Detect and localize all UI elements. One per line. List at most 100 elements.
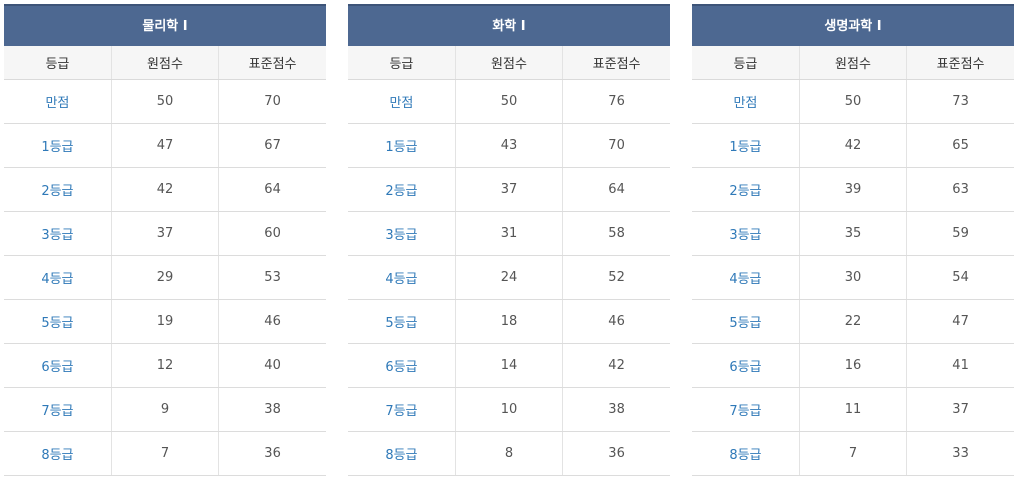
- standard-score-cell: 58: [562, 211, 670, 256]
- standard-score-cell: 47: [906, 299, 1014, 344]
- standard-score-cell: 40: [218, 343, 326, 388]
- standard-score-cell: 36: [562, 431, 670, 476]
- table-row: 2등급 42 64: [4, 167, 326, 212]
- raw-score-cell: 50: [455, 79, 564, 124]
- grade-cell: 6등급: [4, 343, 112, 388]
- raw-score-cell: 42: [111, 167, 220, 212]
- standard-score-cell: 70: [562, 123, 670, 168]
- table-row: 4등급 30 54: [692, 255, 1014, 300]
- grade-table: 등급 원점수 표준점수 만점 50 70 1등급 47 67 2등급 42 64 3등급 37 60 4…: [4, 46, 326, 476]
- table-row: 2등급 37 64: [348, 167, 670, 212]
- raw-score-cell: 18: [455, 299, 564, 344]
- table-row: 7등급 11 37: [692, 387, 1014, 432]
- standard-score-cell: 46: [218, 299, 326, 344]
- raw-score-cell: 30: [799, 255, 908, 300]
- column-header-standard-score: 표준점수: [562, 46, 670, 80]
- table-row: 4등급 24 52: [348, 255, 670, 300]
- table-row: 3등급 31 58: [348, 211, 670, 256]
- header-row: 등급 원점수 표준점수: [348, 46, 670, 80]
- raw-score-cell: 37: [111, 211, 220, 256]
- standard-score-cell: 64: [562, 167, 670, 212]
- standard-score-cell: 33: [906, 431, 1014, 476]
- standard-score-cell: 65: [906, 123, 1014, 168]
- standard-score-cell: 37: [906, 387, 1014, 432]
- grade-cell: 7등급: [4, 387, 112, 432]
- grade-cell: 3등급: [692, 211, 800, 256]
- table-row: 1등급 42 65: [692, 123, 1014, 168]
- grade-cell: 만점: [348, 79, 456, 124]
- grade-cell: 1등급: [692, 123, 800, 168]
- raw-score-cell: 10: [455, 387, 564, 432]
- grade-cell: 4등급: [692, 255, 800, 300]
- grade-cell: 7등급: [692, 387, 800, 432]
- grade-cell: 1등급: [348, 123, 456, 168]
- raw-score-cell: 42: [799, 123, 908, 168]
- table-row: 7등급 9 38: [4, 387, 326, 432]
- raw-score-cell: 37: [455, 167, 564, 212]
- raw-score-cell: 29: [111, 255, 220, 300]
- standard-score-cell: 63: [906, 167, 1014, 212]
- grade-cell: 2등급: [4, 167, 112, 212]
- table-title: 물리학 I: [4, 4, 326, 46]
- standard-score-cell: 41: [906, 343, 1014, 388]
- standard-score-cell: 36: [218, 431, 326, 476]
- raw-score-cell: 50: [111, 79, 220, 124]
- raw-score-cell: 39: [799, 167, 908, 212]
- raw-score-cell: 24: [455, 255, 564, 300]
- table-row: 8등급 7 33: [692, 431, 1014, 476]
- header-row: 등급 원점수 표준점수: [692, 46, 1014, 80]
- standard-score-cell: 70: [218, 79, 326, 124]
- standard-score-cell: 54: [906, 255, 1014, 300]
- score-table-life-science: 생명과학 I 등급 원점수 표준점수 만점 50 73 1등급 42 65 2등급 39 63 3…: [692, 4, 1014, 476]
- column-header-raw-score: 원점수: [455, 46, 564, 80]
- table-row: 6등급 16 41: [692, 343, 1014, 388]
- standard-score-cell: 59: [906, 211, 1014, 256]
- standard-score-cell: 53: [218, 255, 326, 300]
- score-table-physics: 물리학 I 등급 원점수 표준점수 만점 50 70 1등급 47 67 2등급 42 64 3등…: [4, 4, 326, 476]
- score-table-chemistry: 화학 I 등급 원점수 표준점수 만점 50 76 1등급 43 70 2등급 37 64 3등급…: [348, 4, 670, 476]
- table-row: 8등급 8 36: [348, 431, 670, 476]
- raw-score-cell: 9: [111, 387, 220, 432]
- table-title: 생명과학 I: [692, 4, 1014, 46]
- grade-cell: 5등급: [692, 299, 800, 344]
- header-row: 등급 원점수 표준점수: [4, 46, 326, 80]
- raw-score-cell: 22: [799, 299, 908, 344]
- standard-score-cell: 52: [562, 255, 670, 300]
- raw-score-cell: 14: [455, 343, 564, 388]
- table-row: 만점 50 73: [692, 79, 1014, 124]
- raw-score-cell: 47: [111, 123, 220, 168]
- table-row: 2등급 39 63: [692, 167, 1014, 212]
- table-row: 만점 50 76: [348, 79, 670, 124]
- raw-score-cell: 19: [111, 299, 220, 344]
- standard-score-cell: 60: [218, 211, 326, 256]
- table-row: 5등급 19 46: [4, 299, 326, 344]
- standard-score-cell: 38: [562, 387, 670, 432]
- grade-cell: 4등급: [4, 255, 112, 300]
- raw-score-cell: 35: [799, 211, 908, 256]
- standard-score-cell: 38: [218, 387, 326, 432]
- grade-cell: 2등급: [692, 167, 800, 212]
- raw-score-cell: 7: [799, 431, 908, 476]
- column-header-raw-score: 원점수: [799, 46, 908, 80]
- standard-score-cell: 64: [218, 167, 326, 212]
- grade-cell: 3등급: [4, 211, 112, 256]
- grade-cell: 5등급: [4, 299, 112, 344]
- table-row: 만점 50 70: [4, 79, 326, 124]
- column-header-grade: 등급: [4, 46, 112, 80]
- table-row: 6등급 12 40: [4, 343, 326, 388]
- table-title: 화학 I: [348, 4, 670, 46]
- table-row: 3등급 35 59: [692, 211, 1014, 256]
- raw-score-cell: 50: [799, 79, 908, 124]
- standard-score-cell: 67: [218, 123, 326, 168]
- table-row: 1등급 47 67: [4, 123, 326, 168]
- grade-cell: 2등급: [348, 167, 456, 212]
- grade-cell: 만점: [692, 79, 800, 124]
- grade-cell: 6등급: [692, 343, 800, 388]
- grade-cell: 1등급: [4, 123, 112, 168]
- table-row: 4등급 29 53: [4, 255, 326, 300]
- standard-score-cell: 42: [562, 343, 670, 388]
- table-row: 8등급 7 36: [4, 431, 326, 476]
- raw-score-cell: 11: [799, 387, 908, 432]
- grade-cell: 3등급: [348, 211, 456, 256]
- raw-score-cell: 16: [799, 343, 908, 388]
